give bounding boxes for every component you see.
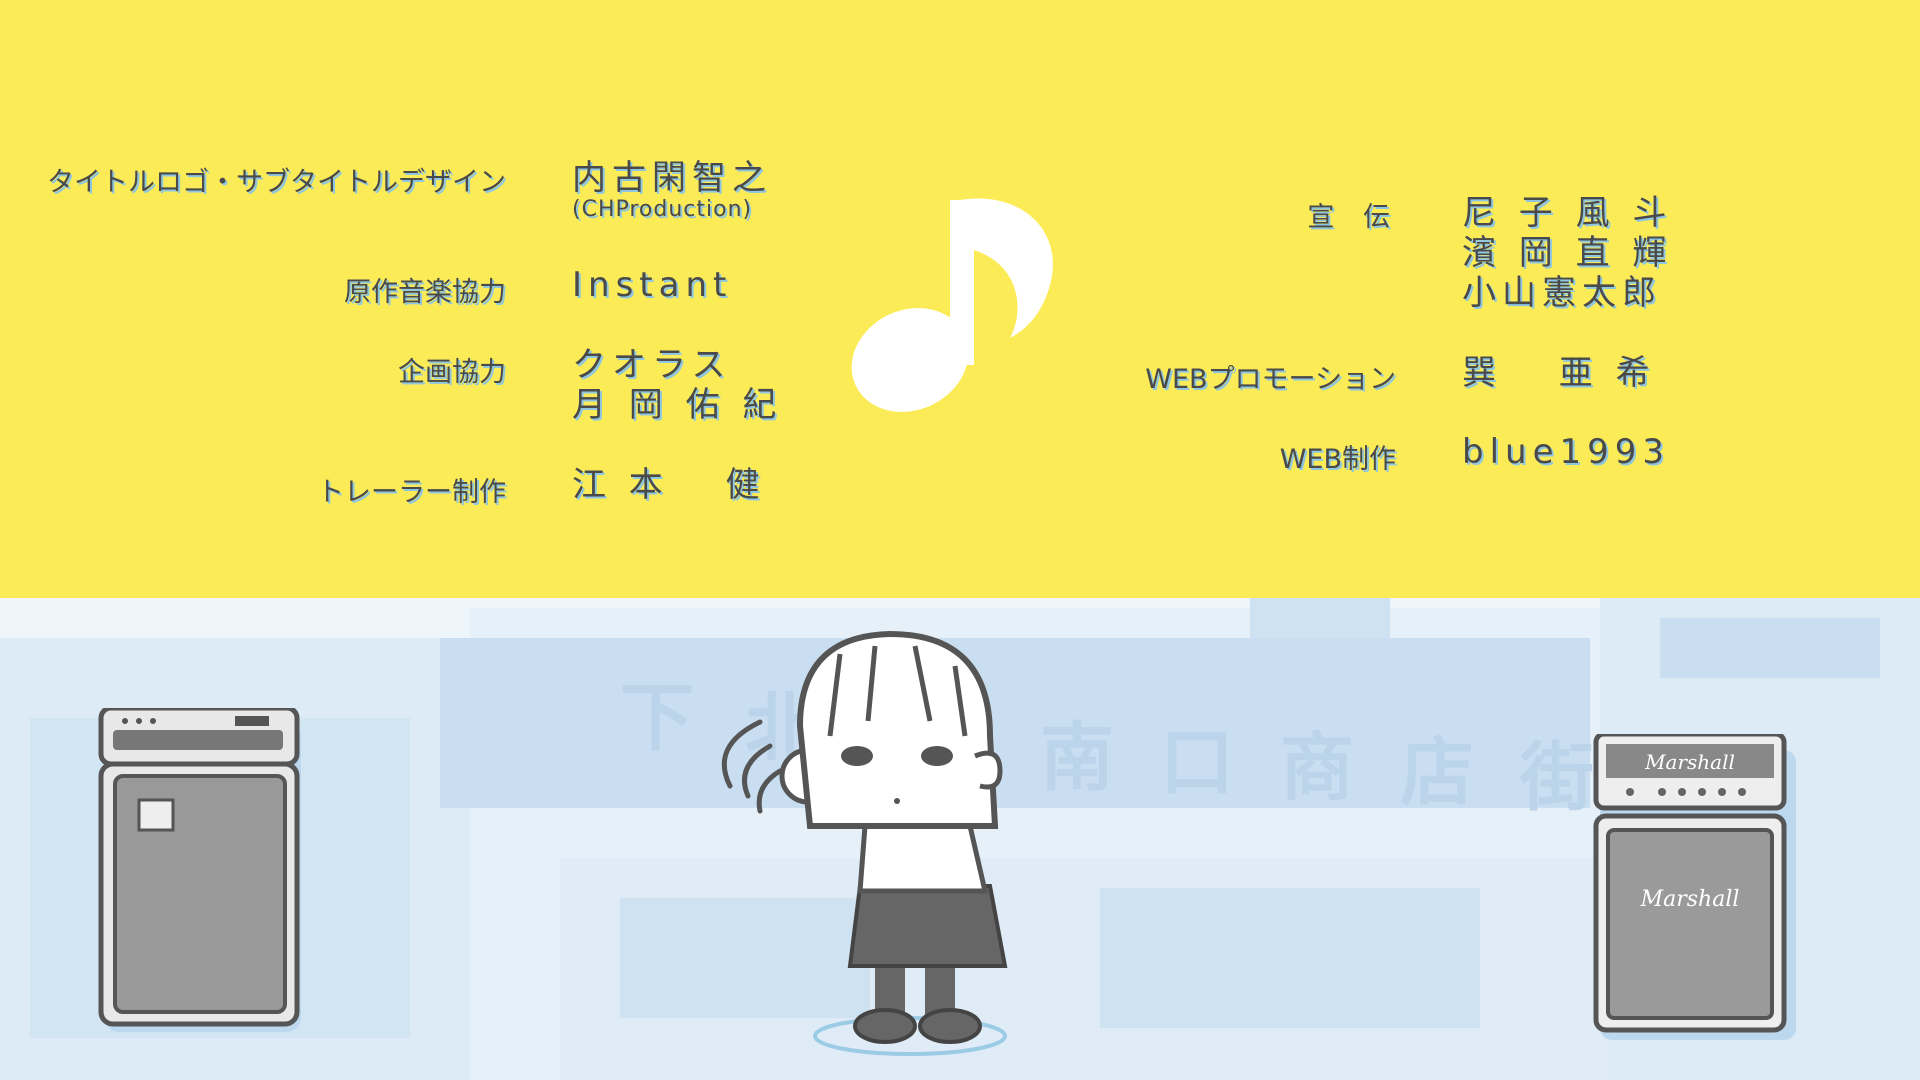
credit-name-title-logo: 内古閑智之 (CHProduction) [572, 158, 772, 222]
chibi-character [721, 630, 1008, 1056]
credit-role-web-promotion: WEBプロモーション [1145, 364, 1396, 395]
credit-role-title-logo: タイトルロゴ・サブタイトルデザイン [47, 167, 506, 198]
amp-brand-top: Marshall [1644, 750, 1735, 774]
credit-name-music-cooperation: Instant [572, 265, 733, 305]
credit-name-affiliation: (CHProduction) [572, 197, 753, 222]
credit-role-trailer: トレーラー制作 [317, 477, 506, 508]
amp-brand-bottom: Marshall [1640, 887, 1740, 912]
credit-name-web-promotion: 巽 亜 希 [1462, 353, 1656, 393]
credits-scene: タイトルロゴ・サブタイトルデザイン 内古閑智之 (CHProduction) 原… [0, 0, 1920, 1080]
credit-role-web-production: WEB制作 [1279, 444, 1396, 475]
bass-amp-left [98, 708, 301, 1032]
credit-name-web-production: blue1993 [1462, 432, 1671, 472]
credit-role-planning-cooperation: 企画協力 [398, 357, 506, 388]
credit-name-planning-cooperation: クオラス 月 岡 佑 紀 [572, 345, 783, 425]
credits-panel: タイトルロゴ・サブタイトルデザイン 内古閑智之 (CHProduction) 原… [0, 0, 1920, 598]
credit-role-music-cooperation: 原作音楽協力 [344, 277, 506, 308]
guitar-amp-right: Marshall Marshall [1593, 734, 1796, 1040]
credit-role-publicity: 宣 伝 [1307, 202, 1400, 233]
music-note-icon [851, 198, 1053, 412]
credit-name-publicity: 尼 子 風 斗 濱 岡 直 輝 小山憲太郎 [1462, 193, 1673, 313]
credit-name-trailer: 江 本 健 [572, 465, 766, 505]
background-scene: 下 北 南 口 商 店 街 Marshall Marshall [0, 598, 1920, 1080]
